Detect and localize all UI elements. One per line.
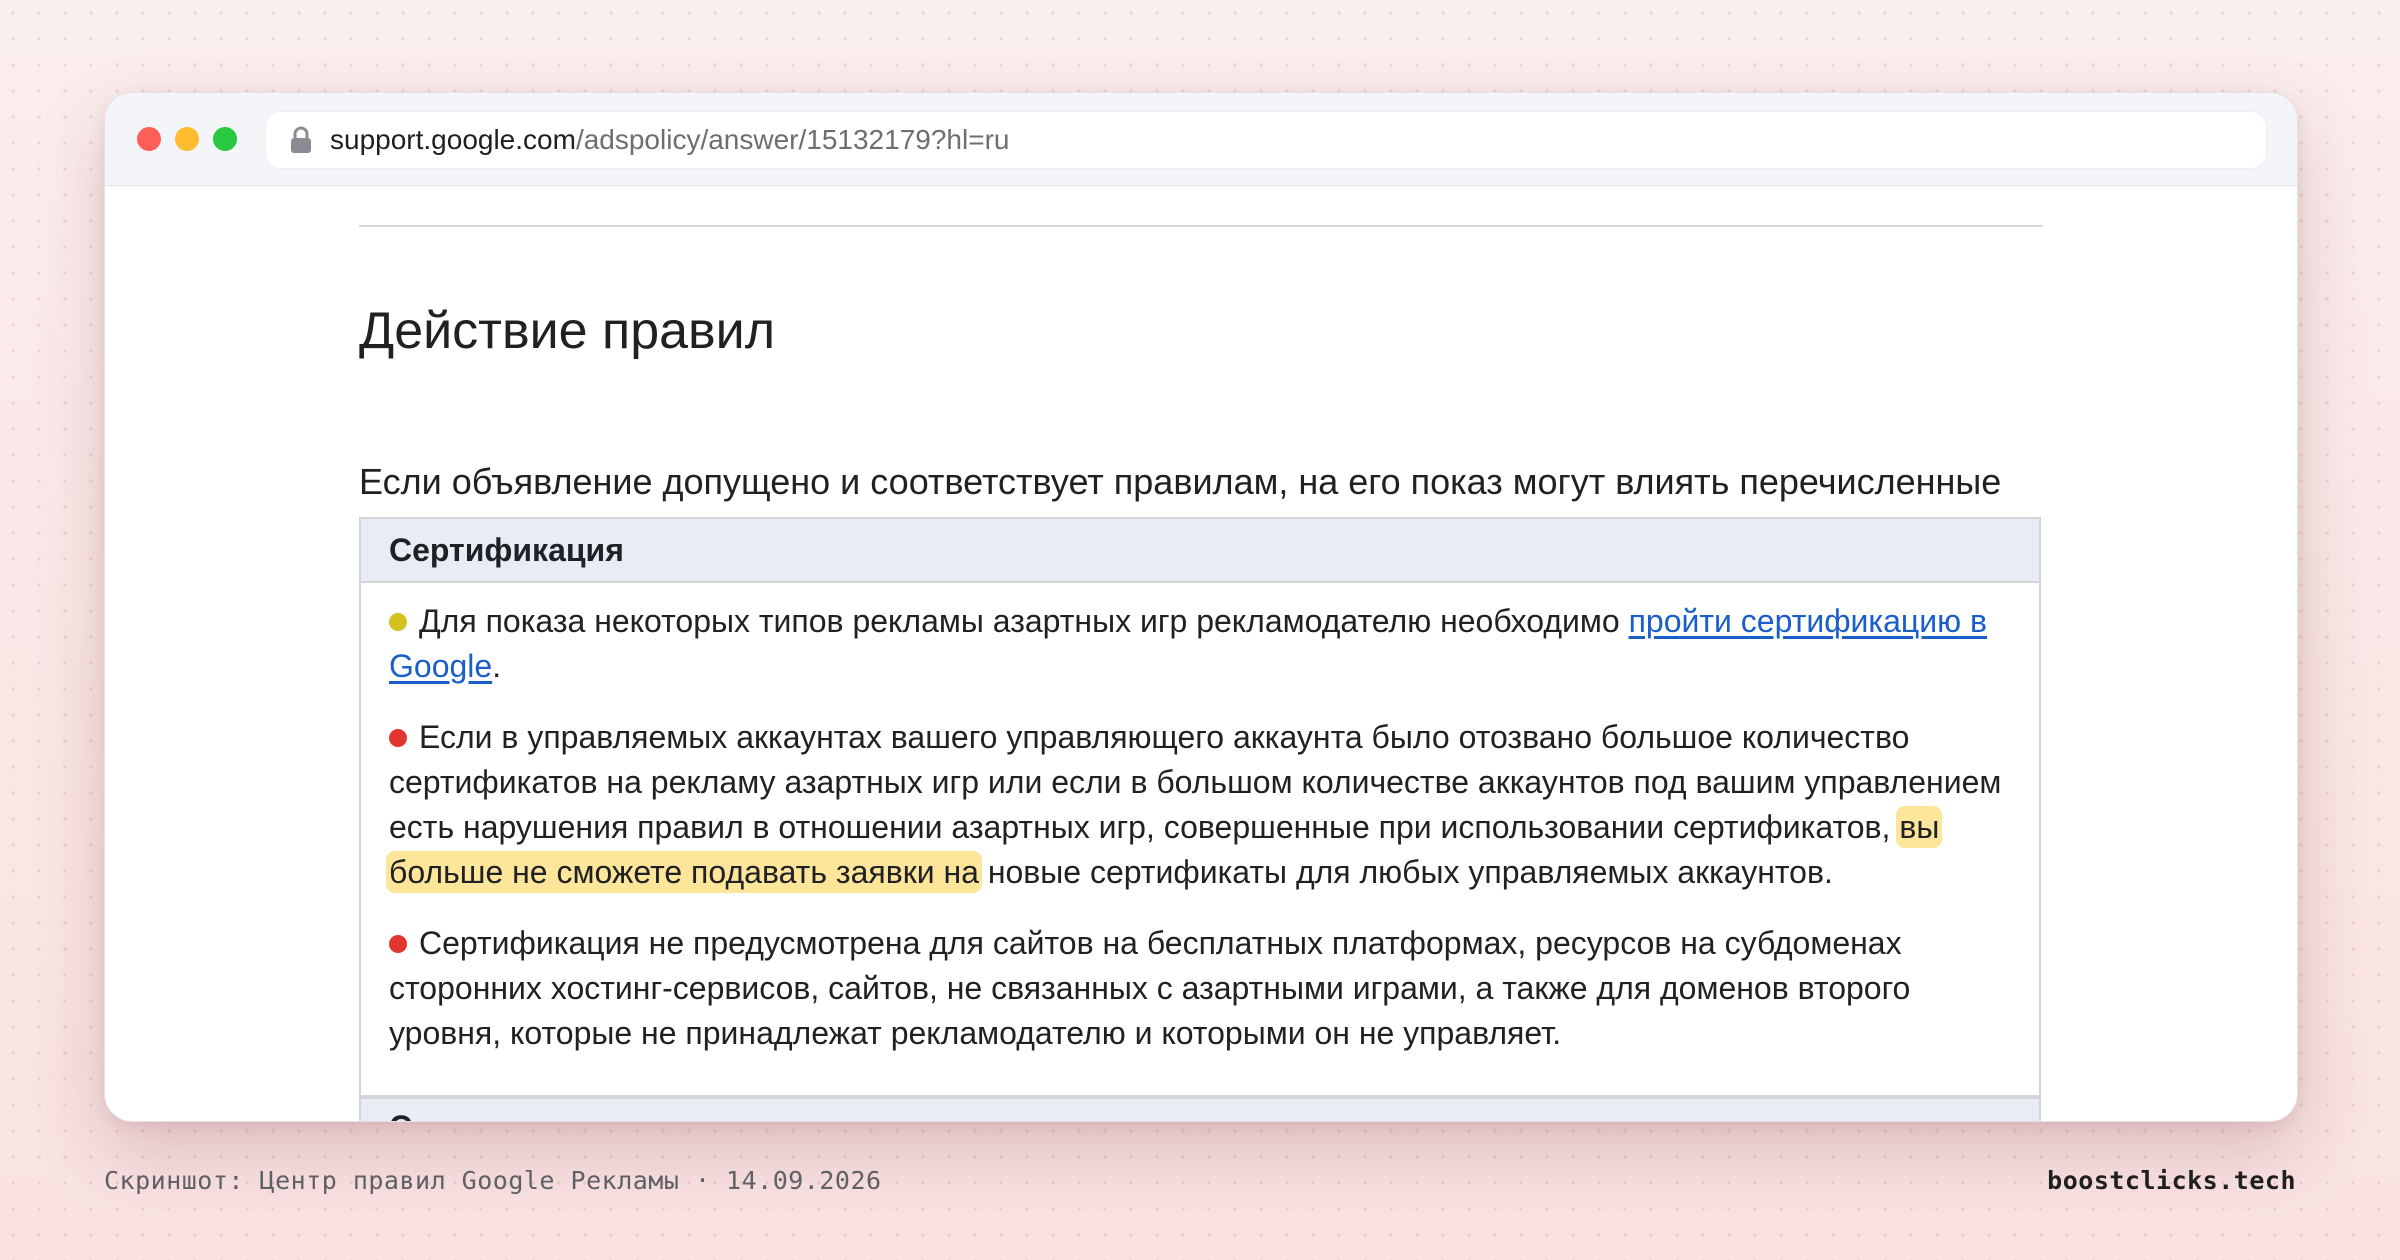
- screenshot-caption: Скриншот: Центр правил Google Рекламы · …: [104, 1166, 882, 1195]
- url-domain: support.google.com: [330, 124, 576, 155]
- table-header-certification: Сертификация: [361, 519, 2039, 583]
- item-text: Сертификация не предусмотрена для сайтов…: [389, 925, 1911, 1051]
- browser-window: support.google.com/adspolicy/answer/1513…: [104, 92, 2298, 1122]
- table-header-next: С: [361, 1095, 2039, 1121]
- url-text: support.google.com/adspolicy/answer/1513…: [330, 112, 1009, 168]
- list-item: Для показа некоторых типов рекламы азарт…: [389, 599, 2015, 689]
- table-cell: Для показа некоторых типов рекламы азарт…: [389, 599, 2015, 1082]
- policy-table: Сертификация Для показа некоторых типов …: [359, 517, 2041, 1121]
- page: { "browser": { "url_domain": "support.go…: [0, 0, 2400, 1260]
- close-window-button[interactable]: [137, 127, 161, 151]
- page-content: Действие правил Если объявление допущено…: [105, 186, 2297, 1121]
- lock-icon: [291, 126, 311, 153]
- item-text-end: .: [492, 648, 502, 684]
- url-path: /adspolicy/answer/15132179?hl=ru: [575, 124, 1010, 155]
- browser-titlebar: support.google.com/adspolicy/answer/1513…: [105, 93, 2297, 186]
- red-dot-icon: [389, 729, 407, 747]
- item-text: Если в управляемых аккаунтах вашего упра…: [389, 719, 2002, 845]
- next-section-label: С: [389, 1109, 412, 1121]
- list-item: Сертификация не предусмотрена для сайтов…: [389, 921, 2015, 1056]
- address-bar[interactable]: support.google.com/adspolicy/answer/1513…: [265, 111, 2267, 169]
- minimize-window-button[interactable]: [175, 127, 199, 151]
- item-text-end: новые сертификаты для любых управляемых …: [978, 854, 1833, 890]
- yellow-dot-icon: [389, 613, 407, 631]
- section-heading: Действие правил: [359, 302, 776, 360]
- section-divider: [359, 225, 2043, 227]
- site-caption: boostclicks.tech: [2047, 1166, 2296, 1195]
- red-dot-icon: [389, 935, 407, 953]
- list-item: Если в управляемых аккаунтах вашего упра…: [389, 715, 2015, 895]
- item-text: Для показа некоторых типов рекламы азарт…: [419, 603, 1629, 639]
- maximize-window-button[interactable]: [213, 127, 237, 151]
